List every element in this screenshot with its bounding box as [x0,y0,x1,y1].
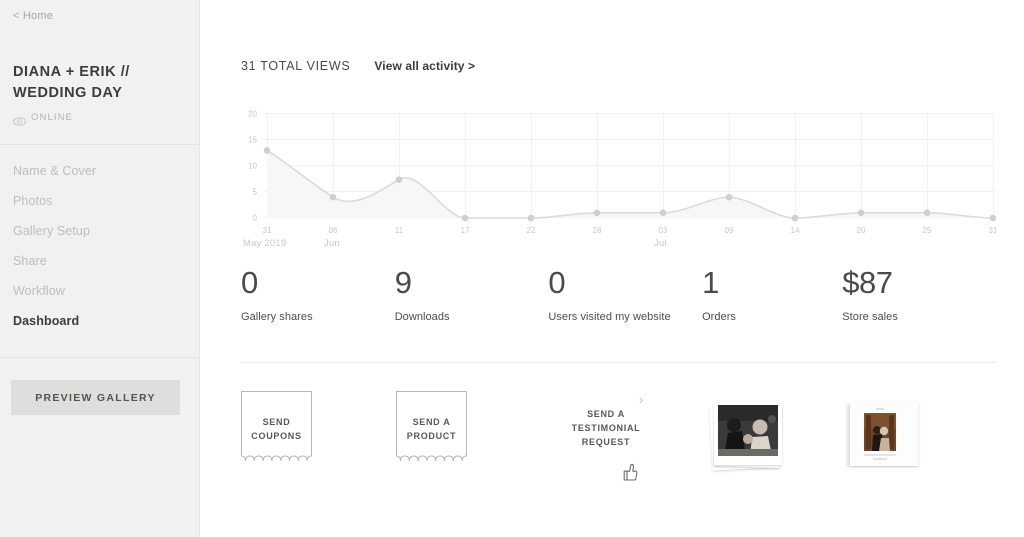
chart-point [395,176,403,183]
y-tick-label: 0 [253,214,258,223]
x-tick-label: 11 [395,226,404,235]
stat-label: Users visited my website [548,311,671,323]
send-coupons-card[interactable]: SEND COUPONS [241,391,396,482]
chart-point [857,209,865,217]
send-product-label: SEND A PRODUCT [406,417,457,441]
x-tick-label: 31 [989,226,996,235]
x-tick-label: 17 [461,226,470,235]
preview-gallery-wrap: PREVIEW GALLERY [0,358,199,416]
status-badge: ONLINE [31,112,73,124]
stat-orders: 1 Orders [702,267,842,323]
chart-point [659,209,667,217]
album-title-line [864,454,896,456]
sidebar-item-dashboard[interactable]: Dashboard [0,306,199,336]
eye-icon [13,113,26,126]
sidebar-nav: Name & Cover Photos Gallery Setup Share … [0,145,199,336]
product-ticket-shape: SEND A PRODUCT [396,391,467,467]
sidebar-item-workflow[interactable]: Workflow [0,276,199,306]
chart-y-axis: 20 15 10 5 0 [248,110,257,223]
send-product-card[interactable]: SEND A PRODUCT › [396,391,643,482]
thumbs-up-icon [623,463,638,481]
photo-prints-card[interactable] [706,391,846,482]
x-tick-label: 09 [725,226,734,235]
gallery-title: DIANA + ERIK // WEDDING DAY [13,64,130,101]
album-cover-photo [864,413,896,451]
x-tick-label: 25 [923,226,932,235]
x-tick-label: 28 [593,226,602,235]
chart-point [527,214,535,222]
x-axis-month-label: May 2019 [243,238,287,249]
y-tick-label: 10 [248,162,257,171]
view-all-activity-link[interactable]: View all activity > [374,59,475,73]
sidebar-item-photos[interactable]: Photos [0,186,199,216]
x-axis-month-label: Jul [654,238,667,249]
stat-value: $87 [842,265,893,300]
stat-label: Orders [702,311,736,323]
sidebar-item-gallery-setup[interactable]: Gallery Setup [0,216,199,246]
send-testimonial-card[interactable]: SEND A TESTIMONIAL REQUEST [551,391,706,482]
chart-svg: 20 15 10 5 0 31 06 11 17 22 28 03 09 14 [248,110,996,235]
chart-point [461,214,469,222]
chart-x-axis: 31 06 11 17 22 28 03 09 14 20 25 31 [263,226,996,235]
stat-value: 0 [548,265,566,300]
total-views-label: 31 TOTAL VIEWS [241,59,351,73]
photo-print-stack [706,397,786,473]
album-subtitle-line [873,458,887,460]
stat-label: Downloads [394,311,450,323]
stat-value: 1 [702,265,719,300]
chart-point [923,209,931,217]
send-coupons-label: SEND COUPONS [251,417,302,441]
stat-gallery-shares: 0 Gallery shares [241,267,395,323]
x-tick-label: 14 [791,226,800,235]
sidebar: < Home DIANA + ERIK // WEDDING DAY ONLIN… [0,0,200,537]
y-tick-label: 20 [248,110,257,119]
chart-point [263,147,271,154]
send-testimonial-label: SEND A TESTIMONIAL REQUEST [571,409,641,447]
action-cards-row: SEND COUPONS SEND A PRODUCT › SEND A TESTIM… [241,391,1001,482]
chart-point [791,214,799,222]
views-area-chart[interactable]: 20 15 10 5 0 31 06 11 17 22 28 03 09 14 [241,106,996,249]
stat-downloads: 9 Downloads [395,267,549,323]
main-content: 31 TOTAL VIEWS View all activity > 20 15… [200,0,1024,537]
stat-label: Gallery shares [241,311,313,323]
dashboard-app: < Home DIANA + ERIK // WEDDING DAY ONLIN… [0,0,1024,537]
photo-album-card[interactable] [846,391,986,482]
stats-row: 0 Gallery shares 9 Downloads 0 Users vis… [241,267,996,323]
x-tick-label: 31 [263,226,272,235]
content-divider [241,362,996,363]
y-tick-label: 15 [248,136,257,145]
stat-store-sales: $87 Store sales [842,267,996,323]
x-tick-label: 03 [659,226,668,235]
sidebar-item-name-cover[interactable]: Name & Cover [0,156,199,186]
photo-print-front [714,401,782,465]
chart-point [989,214,996,222]
x-tick-label: 06 [329,226,338,235]
stat-value: 0 [241,265,258,300]
photo-album [846,400,928,470]
coupon-ticket-shape: SEND COUPONS [241,391,312,467]
x-axis-month-label: Jun [324,238,340,249]
sidebar-item-share[interactable]: Share [0,246,199,276]
chart-point [725,193,733,201]
x-tick-label: 20 [857,226,866,235]
chart-point [593,209,601,217]
album-header-mark [876,408,884,410]
activity-header: 31 TOTAL VIEWS View all activity > [241,0,1024,73]
stat-value: 9 [394,265,412,300]
chart-point [329,193,337,201]
chart-area-fill [267,150,993,218]
home-back-link[interactable]: < Home [0,0,53,22]
preview-gallery-button[interactable]: PREVIEW GALLERY [11,380,180,416]
y-tick-label: 5 [253,188,258,197]
x-tick-label: 22 [527,226,536,235]
stat-label: Store sales [842,311,898,323]
stat-users-visited-website: 0 Users visited my website [548,267,702,323]
wedding-photo-bw [718,405,778,456]
online-status: ONLINE [13,112,199,126]
